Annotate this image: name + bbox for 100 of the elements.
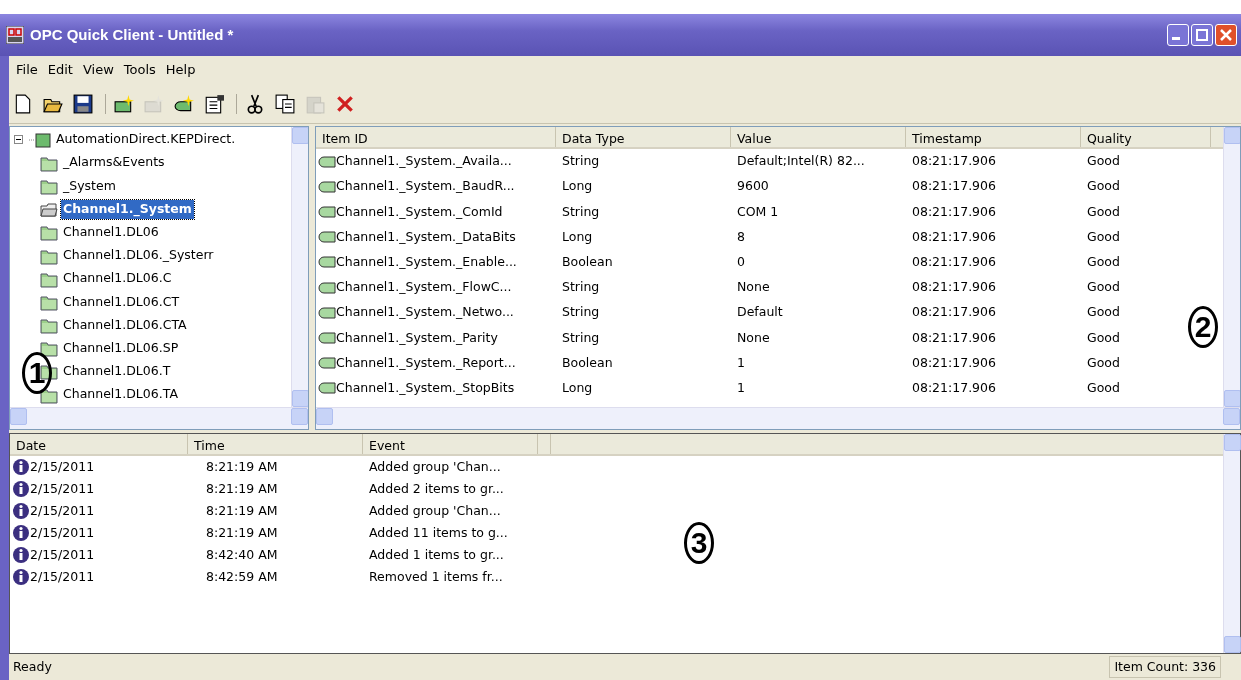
table-cell: Long xyxy=(562,228,593,244)
tag-icon[interactable] xyxy=(174,93,194,114)
server-icon[interactable] xyxy=(114,93,134,114)
table-cell: Channel1._System._FlowC... xyxy=(336,278,512,297)
tree-item[interactable]: Channel1.DL06.SP xyxy=(61,338,181,358)
column-header[interactable]: Data Type xyxy=(556,127,731,147)
close-icon xyxy=(1220,29,1232,41)
close-button[interactable] xyxy=(1215,24,1237,46)
properties-icon[interactable] xyxy=(204,93,224,114)
vertical-scrollbar[interactable] xyxy=(1223,127,1240,407)
callout-number: 2 xyxy=(1188,306,1218,348)
tree-item[interactable]: Channel1._System xyxy=(61,199,194,219)
tree-item[interactable]: Channel1.DL06.CTA xyxy=(61,315,189,335)
save-icon[interactable] xyxy=(73,93,93,114)
info-icon xyxy=(12,458,30,476)
table-cell-text: Channel1._System._Parity xyxy=(336,328,498,347)
app-icon xyxy=(6,26,24,44)
tree-item[interactable]: Channel1.DL06.CT xyxy=(61,292,182,312)
tag-icon xyxy=(318,204,336,219)
minimize-button[interactable] xyxy=(1167,24,1189,46)
collapse-icon[interactable] xyxy=(14,135,23,145)
table-cell: Added 1 items to gr... xyxy=(369,546,504,562)
tag-icon xyxy=(318,230,336,245)
column-header[interactable]: Event xyxy=(363,434,538,454)
tree-item[interactable]: _System xyxy=(61,176,118,196)
vertical-scrollbar[interactable] xyxy=(1223,434,1240,653)
horizontal-scrollbar[interactable] xyxy=(316,407,1240,429)
table-cell: 08:21:17.906 xyxy=(912,178,996,194)
table-cell-text: 8:21:19 AM xyxy=(205,458,278,474)
vertical-scrollbar[interactable] xyxy=(291,127,308,407)
table-cell-text: 2/15/2011 xyxy=(30,457,95,476)
table-cell-text: Channel1._System._StopBits xyxy=(336,378,515,397)
column-header[interactable]: Timestamp xyxy=(906,127,1081,147)
menu-item[interactable]: View xyxy=(77,60,119,80)
copy-icon[interactable] xyxy=(275,93,295,114)
menu-item[interactable]: Tools xyxy=(118,60,161,80)
tree-item[interactable]: Channel1.DL06.C xyxy=(61,269,174,289)
table-cell-text: Channel1._System._DataBits xyxy=(336,227,516,246)
column-header[interactable]: Date xyxy=(10,434,188,454)
tag-icon xyxy=(318,154,336,169)
table-cell: Long xyxy=(562,178,593,194)
table-cell-text: Channel1._System._ComId xyxy=(336,202,503,221)
table-cell: 08:21:17.906 xyxy=(912,379,996,395)
table-cell: None xyxy=(737,279,770,295)
menu-item[interactable]: Help xyxy=(160,60,201,80)
menu-item[interactable]: Edit xyxy=(42,60,78,80)
tree-item[interactable]: AutomationDirect.KEPDirect. xyxy=(54,130,238,149)
tag-icon xyxy=(318,255,336,270)
maximize-button[interactable] xyxy=(1191,24,1213,46)
table-cell: 08:21:17.906 xyxy=(912,203,996,219)
table-cell: String xyxy=(562,329,600,345)
table-cell: Good xyxy=(1087,253,1120,269)
minimize-icon xyxy=(1172,37,1182,41)
window-title: OPC Quick Client - Untitled * xyxy=(30,24,235,45)
table-cell: Good xyxy=(1087,203,1120,219)
info-icon xyxy=(12,480,30,498)
horizontal-scrollbar[interactable] xyxy=(10,407,308,429)
table-cell: Good xyxy=(1087,228,1120,244)
table-cell: Good xyxy=(1087,379,1120,395)
folder-icon xyxy=(40,200,58,219)
table-cell: 08:21:17.906 xyxy=(912,228,996,244)
table-cell-text: 2/15/2011 xyxy=(30,523,95,542)
column-header[interactable]: Time xyxy=(188,434,363,454)
info-icon xyxy=(12,546,30,564)
table-cell-text: 2/15/2011 xyxy=(30,567,95,586)
folder-icon xyxy=(40,223,58,242)
table-cell: 0 xyxy=(737,253,745,269)
tree-item[interactable]: Channel1.DL06.TA xyxy=(61,385,180,405)
table-cell: 1 xyxy=(737,379,745,395)
tree-item[interactable]: _Alarms&Events xyxy=(61,153,167,173)
tree-item[interactable]: Channel1.DL06._Systerr xyxy=(61,246,216,265)
table-cell: Removed 1 items fr... xyxy=(369,568,503,584)
table-cell: 08:21:17.906 xyxy=(912,304,996,320)
table-cell: Added 2 items to gr... xyxy=(369,480,504,496)
column-header[interactable]: Item ID xyxy=(316,127,556,147)
tree-item[interactable]: Channel1.DL06 xyxy=(61,222,161,242)
table-cell: Good xyxy=(1087,178,1120,194)
tree-item[interactable]: Channel1.DL06.T xyxy=(61,362,173,381)
table-cell: None xyxy=(737,329,770,345)
scissors-icon[interactable] xyxy=(245,93,265,114)
table-cell: Boolean xyxy=(562,354,613,370)
table-cell: Default;Intel(R) 82... xyxy=(737,153,865,169)
table-cell: String xyxy=(562,304,600,320)
column-header[interactable]: Quality xyxy=(1081,127,1211,147)
table-cell: 08:21:17.906 xyxy=(912,354,996,370)
menu-item[interactable]: File xyxy=(11,60,43,80)
table-cell: Channel1._System._Availa... xyxy=(336,152,512,171)
table-cell-text: 2/15/2011 xyxy=(30,545,95,564)
delete-icon[interactable] xyxy=(335,93,355,114)
table-cell-text: Channel1._System._Netwo... xyxy=(336,303,514,322)
table-cell-text: 2/15/2011 xyxy=(30,479,95,498)
tag-icon xyxy=(318,305,336,320)
table-cell-text: 8:42:59 AM xyxy=(205,568,278,584)
table-cell: Default xyxy=(737,304,783,320)
callout-number: 3 xyxy=(684,522,714,564)
table-cell: 08:21:17.906 xyxy=(912,253,996,269)
column-header[interactable]: Value xyxy=(731,127,906,147)
status-text: Ready xyxy=(13,657,52,676)
table-cell: 8 xyxy=(737,228,745,244)
new-file-icon[interactable] xyxy=(13,93,33,114)
